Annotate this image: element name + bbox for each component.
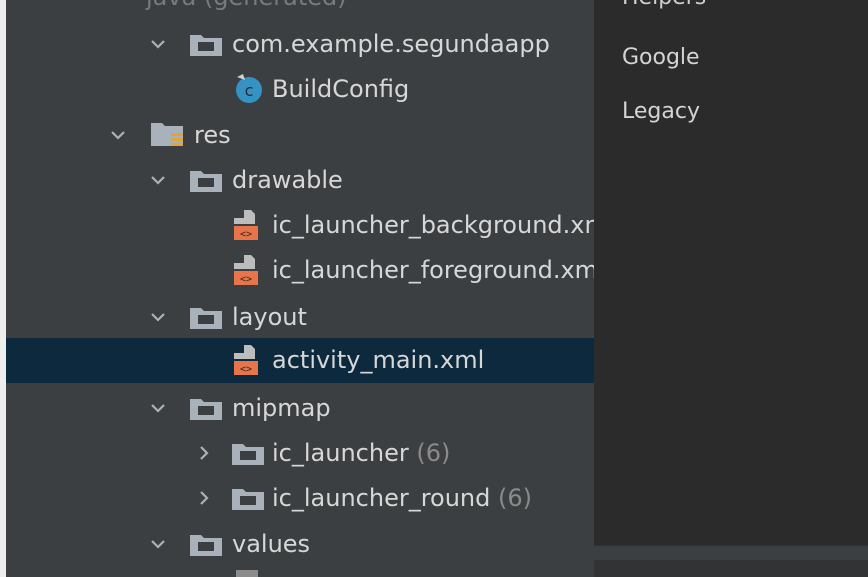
package-folder-icon	[190, 35, 222, 56]
tree-item-label: values	[232, 530, 311, 558]
folder-icon	[190, 399, 222, 420]
horizontal-scrollbar[interactable]	[594, 545, 868, 560]
item-count: (6)	[498, 484, 533, 512]
tree-item-activity-main[interactable]: <> activity_main.xml	[6, 338, 594, 383]
chevron-down-icon[interactable]	[148, 534, 168, 554]
item-count: (6)	[416, 439, 451, 467]
tree-item-label-group: ic_launcher_round (6)	[272, 483, 532, 513]
tree-item-ic-launcher[interactable]: ic_launcher (6)	[6, 431, 594, 476]
tree-item-ic-launcher-background[interactable]: <> ic_launcher_background.xml	[6, 203, 594, 248]
tree-item-values[interactable]: values	[6, 522, 594, 567]
tree-item-label: com.example.segundaapp	[232, 30, 550, 58]
class-c-icon: c	[236, 74, 262, 103]
side-panel-partial-item[interactable]: Helpers	[622, 0, 706, 12]
tree-item-label: BuildConfig	[272, 75, 410, 103]
tree-item-drawable[interactable]: drawable	[6, 158, 594, 203]
tree-item-label: ic_launcher	[272, 439, 409, 467]
ide-window: java (generated) com.example.segundaapp …	[0, 0, 868, 577]
folder-icon	[232, 444, 264, 465]
tree-item-label: mipmap	[232, 394, 331, 422]
tree-item-mipmap[interactable]: mipmap	[6, 386, 594, 431]
xml-file-icon: <>	[234, 345, 258, 375]
folder-icon	[190, 171, 222, 192]
tree-item-res[interactable]: res	[6, 113, 594, 158]
chevron-right-icon[interactable]	[194, 443, 214, 463]
tree-item-layout[interactable]: layout	[6, 295, 594, 340]
side-panel-item-google[interactable]: Google	[622, 44, 700, 72]
tree-item-buildconfig[interactable]: c BuildConfig	[6, 67, 594, 112]
svg-text:<>: <>	[240, 229, 252, 240]
tree-item-package[interactable]: com.example.segundaapp	[6, 22, 594, 67]
project-tree-panel: java (generated) com.example.segundaapp …	[6, 0, 594, 577]
tree-item-label: ic_launcher_round	[272, 484, 491, 512]
folder-icon	[232, 489, 264, 510]
chevron-down-icon[interactable]	[148, 398, 168, 418]
chevron-right-icon[interactable]	[194, 488, 214, 508]
tree-item-label: activity_main.xml	[272, 346, 485, 374]
partial-file-icon	[236, 570, 258, 577]
svg-text:<>: <>	[240, 364, 252, 375]
chevron-down-icon[interactable]	[148, 307, 168, 327]
xml-file-icon: <>	[234, 210, 258, 240]
folder-icon	[190, 308, 222, 329]
tree-item-label: ic_launcher_foreground.xml	[272, 256, 594, 284]
tree-item-label: ic_launcher_background.xml	[272, 211, 594, 239]
resource-folder-icon	[151, 123, 183, 146]
side-panel-item-legacy[interactable]: Legacy	[622, 98, 700, 126]
xml-file-icon: <>	[234, 255, 258, 285]
svg-text:<>: <>	[240, 274, 252, 285]
tree-item-ic-launcher-foreground[interactable]: <> ic_launcher_foreground.xml	[6, 248, 594, 293]
tree-item-label: res	[194, 121, 231, 149]
chevron-down-icon[interactable]	[148, 34, 168, 54]
tree-partial-top-item[interactable]: java (generated)	[146, 0, 347, 12]
folder-icon	[190, 535, 222, 556]
chevron-down-icon[interactable]	[148, 170, 168, 190]
svg-text:c: c	[245, 81, 254, 100]
panel-footer	[594, 560, 868, 577]
side-panel: Helpers Google Legacy	[594, 0, 868, 577]
tree-item-label: layout	[232, 303, 307, 331]
tree-item-label: drawable	[232, 166, 343, 194]
chevron-down-icon[interactable]	[108, 125, 128, 145]
tree-item-label-group: ic_launcher (6)	[272, 438, 450, 468]
tree-item-ic-launcher-round[interactable]: ic_launcher_round (6)	[6, 476, 594, 521]
